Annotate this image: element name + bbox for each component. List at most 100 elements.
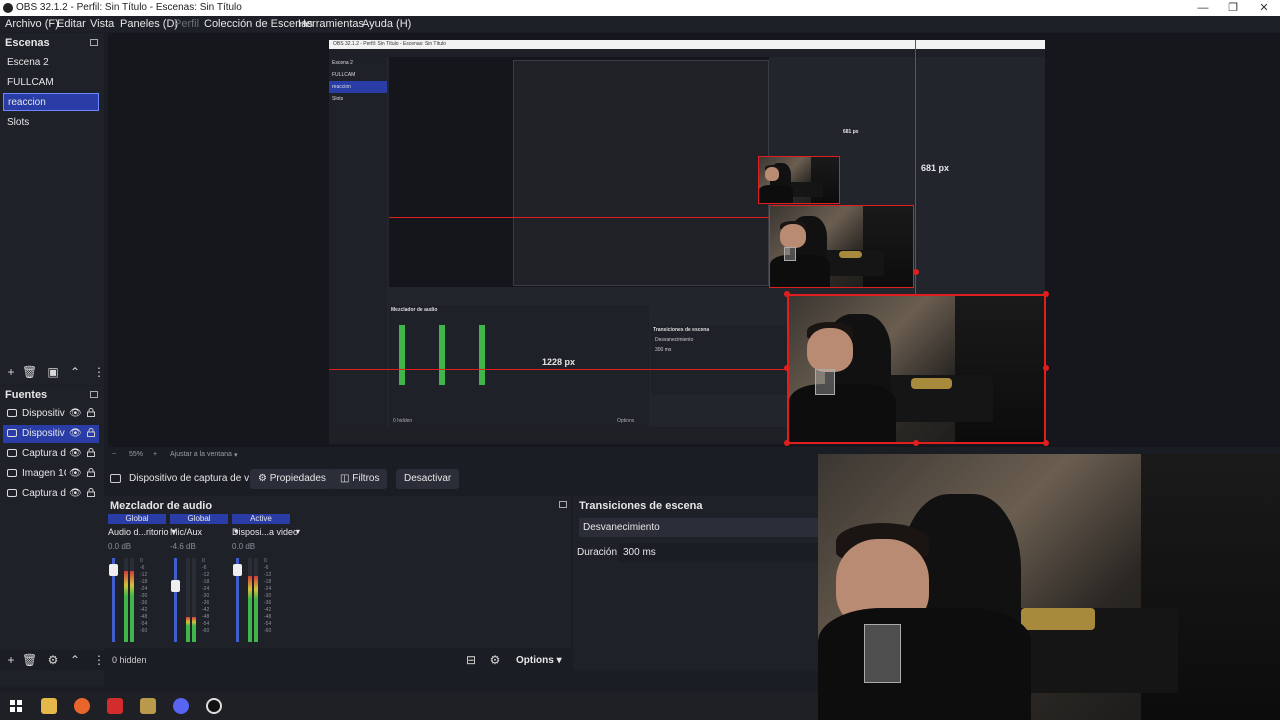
transition-select[interactable]: Desvanecimiento — [579, 518, 818, 537]
source-item[interactable]: Imagen 1C 👁 — [3, 465, 99, 483]
windows-start-icon[interactable] — [8, 698, 24, 714]
resize-handle[interactable] — [1043, 365, 1049, 371]
scene-filters-icon[interactable]: ▣ — [46, 365, 60, 379]
menu-editar[interactable]: Editar — [57, 18, 86, 30]
nested-transitions: Transiciones de escena Desvanecimiento 3… — [651, 325, 791, 395]
meter-tick-label: 0 — [202, 558, 205, 564]
zoom-in-button[interactable]: + — [153, 451, 157, 458]
preview-zoom-bar: − 55% + Ajustar a la ventana ▾ — [108, 448, 818, 462]
scene-item[interactable]: Slots — [3, 114, 99, 132]
selected-webcam-source[interactable] — [787, 294, 1046, 444]
eye-icon[interactable]: 👁 — [69, 448, 82, 459]
lock-icon[interactable] — [87, 408, 95, 417]
scene-item[interactable]: Escena 2 — [3, 54, 99, 72]
chevron-down-icon[interactable]: ▾ — [296, 527, 300, 536]
resize-handle[interactable] — [913, 269, 919, 275]
channel-name[interactable]: Audio d...ritorio — [108, 527, 169, 537]
zoom-out-button[interactable]: − — [112, 451, 116, 458]
source-item[interactable]: Captura d 👁 — [3, 485, 99, 503]
volume-fader[interactable] — [171, 558, 180, 642]
lock-icon[interactable] — [87, 428, 95, 437]
lock-icon[interactable] — [87, 468, 95, 477]
hidden-count: 0 hidden — [112, 655, 147, 665]
filters-button[interactable]: ◫ Filtros — [332, 469, 388, 489]
undock-icon[interactable] — [559, 501, 567, 508]
more-icon[interactable]: ⋮ — [92, 365, 106, 379]
camera-icon — [7, 429, 17, 437]
more-icon[interactable]: ⋮ — [92, 653, 106, 667]
fader-knob[interactable] — [233, 564, 242, 576]
menu-paneles[interactable]: Paneles (D) — [120, 18, 178, 30]
horizontal-guide-line — [329, 369, 788, 370]
move-up-icon[interactable]: ⌃ — [68, 365, 82, 379]
menu-coleccion-escenas[interactable]: Colección de Escenas — [204, 18, 313, 30]
add-icon[interactable]: + — [4, 653, 18, 667]
resize-handle[interactable] — [1043, 440, 1049, 446]
source-context-bar: Dispositivo de captura de v ⚙ Propiedade… — [104, 464, 818, 494]
obs-icon[interactable] — [206, 698, 222, 714]
volume-fader[interactable] — [109, 558, 118, 642]
resize-handle[interactable] — [784, 291, 790, 297]
nested-menubar — [329, 49, 1045, 57]
source-item-selected[interactable]: Dispositiv 👁 — [3, 425, 99, 443]
scene-item-selected[interactable]: reaccion — [3, 93, 99, 111]
options-button[interactable]: Options ▾ — [516, 655, 562, 666]
advanced-audio-icon[interactable]: ⚙ — [488, 653, 502, 667]
undock-icon[interactable] — [90, 391, 98, 398]
eye-icon[interactable]: 👁 — [69, 488, 82, 499]
meter-tick-label: -12 — [264, 572, 272, 578]
move-up-icon[interactable]: ⌃ — [68, 653, 82, 667]
resize-handle[interactable] — [1043, 291, 1049, 297]
options-label: Options — [516, 655, 554, 666]
eye-icon[interactable]: 👁 — [69, 428, 82, 439]
lock-icon[interactable] — [87, 448, 95, 457]
meter-tick-label: -48 — [264, 614, 272, 620]
channel-name[interactable]: Mic/Aux — [170, 527, 202, 537]
firefox-icon[interactable] — [74, 698, 90, 714]
undock-icon[interactable] — [90, 39, 98, 46]
channel-name[interactable]: Disposi...a video — [232, 527, 298, 537]
meter-tick-label: -54 — [202, 621, 210, 627]
scene-item[interactable]: FULLCAM — [3, 74, 99, 92]
layout-icon[interactable]: ⊟ — [464, 653, 478, 667]
preview-canvas[interactable]: OBS 32.1.2 - Perfil: Sin Título - Escena… — [108, 33, 1280, 447]
menu-perfil[interactable]: Perfil — [174, 18, 199, 30]
close-button[interactable]: ✕ — [1249, 0, 1279, 16]
minimize-button[interactable]: — — [1188, 0, 1218, 16]
meter-tick-label: -42 — [140, 607, 148, 613]
meter-tick-label: -24 — [264, 586, 272, 592]
source-item[interactable]: Dispositiv 👁 — [3, 405, 99, 423]
menu-vista[interactable]: Vista — [90, 18, 114, 30]
eye-icon[interactable]: 👁 — [69, 408, 82, 419]
app-red-icon[interactable] — [107, 698, 123, 714]
resize-handle[interactable] — [784, 440, 790, 446]
menu-ayuda[interactable]: Ayuda (H) — [362, 18, 411, 30]
maximize-button[interactable]: ❐ — [1218, 0, 1248, 16]
league-of-legends-icon[interactable] — [140, 698, 156, 714]
fader-knob[interactable] — [109, 564, 118, 576]
discord-icon[interactable] — [173, 698, 189, 714]
chevron-down-icon[interactable]: ▾ — [234, 451, 238, 459]
menu-herramientas[interactable]: Herramientas — [298, 18, 364, 30]
properties-button[interactable]: ⚙ Propiedades — [250, 469, 334, 489]
meter-tick-label: -24 — [202, 586, 210, 592]
deactivate-button[interactable]: Desactivar — [396, 469, 460, 489]
resize-handle[interactable] — [913, 440, 919, 446]
trash-icon[interactable]: 🗑 — [22, 653, 37, 667]
gear-icon[interactable]: ⚙ — [46, 653, 60, 667]
zoom-fit-button[interactable]: Ajustar a la ventana — [170, 451, 232, 458]
meter-tick-label: -54 — [264, 621, 272, 627]
volume-fader[interactable] — [233, 558, 242, 642]
trash-icon[interactable]: 🗑 — [22, 365, 37, 379]
source-label: Captura d — [22, 488, 66, 499]
nested-scene-selected: reaccion — [329, 81, 387, 93]
source-item[interactable]: Captura d 👁 — [3, 445, 99, 463]
file-explorer-icon[interactable] — [41, 698, 57, 714]
duration-input[interactable]: 300 ms — [619, 543, 818, 562]
menu-archivo[interactable]: Archivo (F) — [5, 18, 59, 30]
lock-icon[interactable] — [87, 488, 95, 497]
resize-handle[interactable] — [784, 365, 790, 371]
add-icon[interactable]: + — [4, 365, 18, 379]
fader-knob[interactable] — [171, 580, 180, 592]
eye-icon[interactable]: 👁 — [69, 468, 82, 479]
